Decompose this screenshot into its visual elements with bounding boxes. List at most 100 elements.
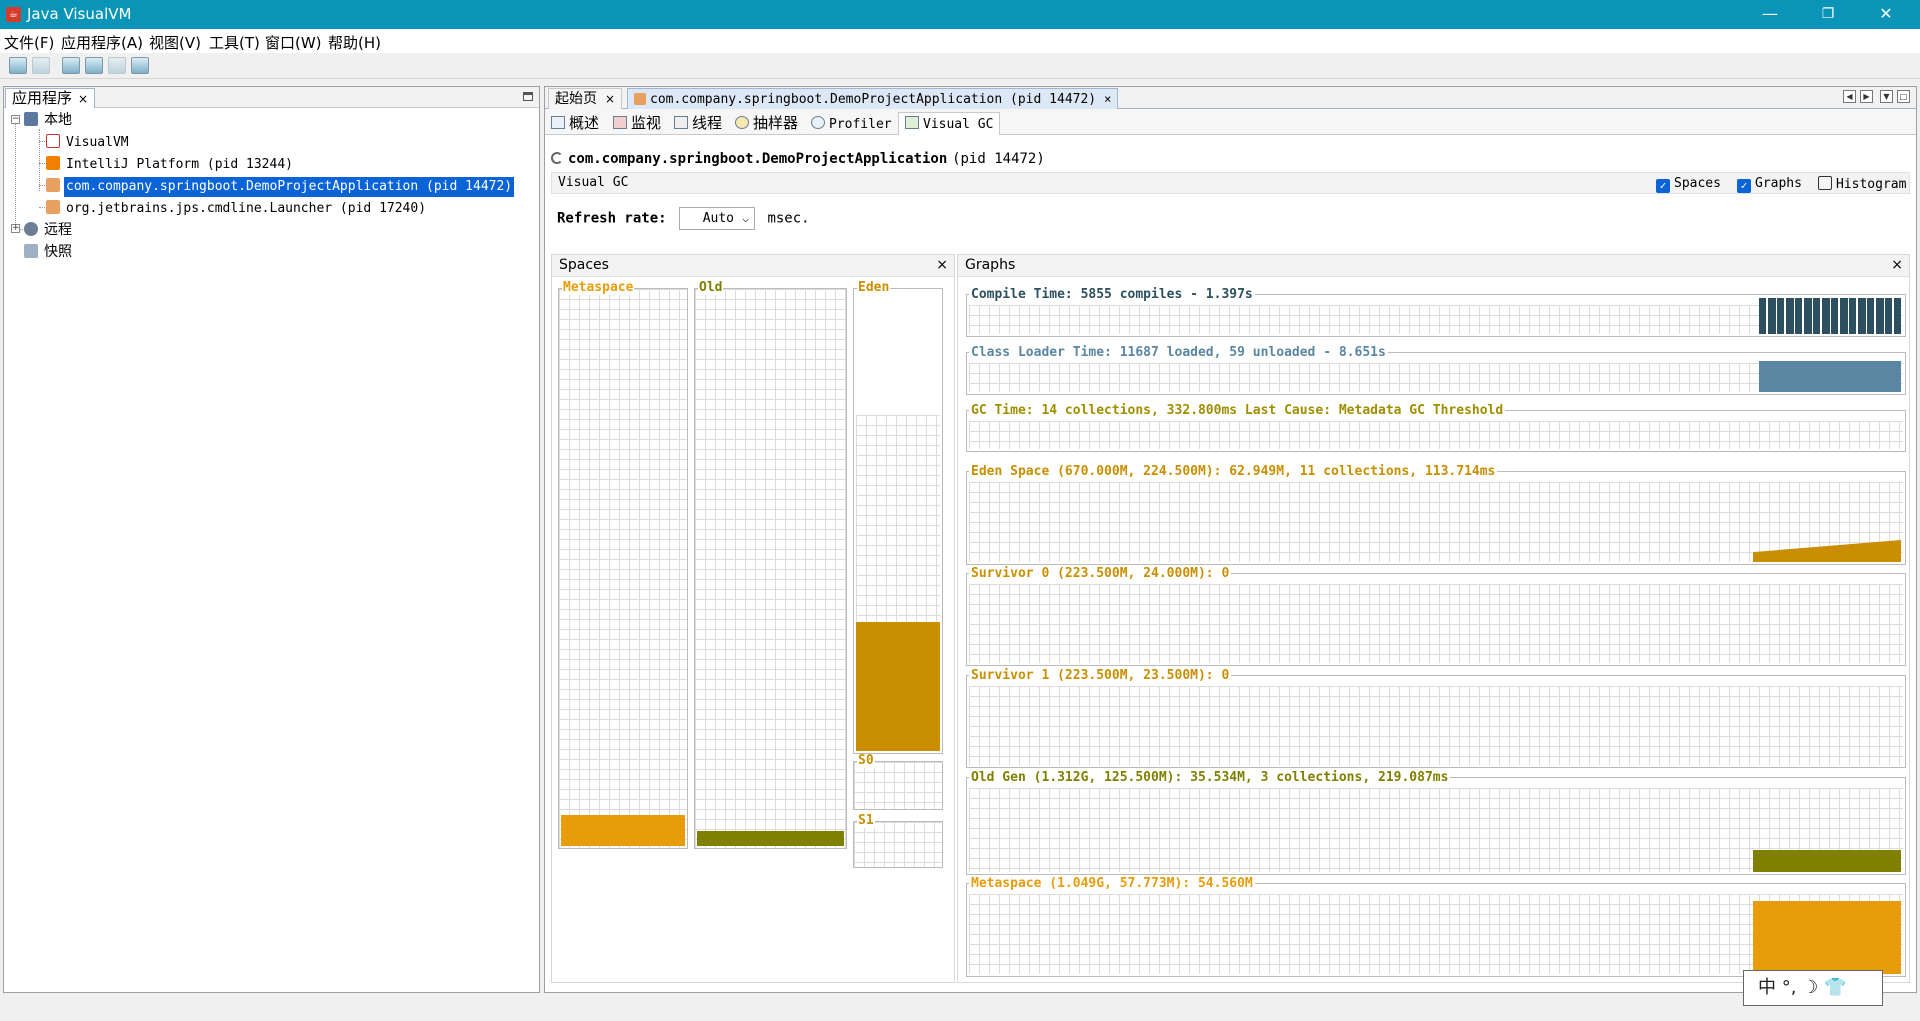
visualvm-icon bbox=[46, 134, 60, 148]
spaces-pane-close-icon[interactable]: × bbox=[936, 255, 948, 276]
app-header-pid: (pid 14472) bbox=[952, 151, 1045, 167]
histogram-checkbox[interactable]: Histogram bbox=[1818, 176, 1906, 192]
s1-title: S1 bbox=[857, 813, 875, 828]
subtab-sampler[interactable]: 抽样器 bbox=[735, 113, 798, 133]
minimize-panel-icon[interactable] bbox=[523, 92, 533, 101]
metaspace-plot bbox=[969, 894, 1903, 974]
computer-icon bbox=[24, 112, 38, 126]
load-app-icon[interactable] bbox=[9, 57, 27, 74]
sampler-icon bbox=[735, 116, 749, 129]
compile-time-activity bbox=[1759, 298, 1901, 334]
tree-node-local[interactable]: 本地 bbox=[24, 109, 74, 129]
applications-tab-close-icon[interactable]: × bbox=[78, 92, 88, 106]
s1-column bbox=[853, 821, 943, 868]
add-snapshot-icon[interactable] bbox=[131, 57, 149, 74]
old-gen-plot bbox=[969, 788, 1903, 872]
applications-tab[interactable]: 应用程序 × bbox=[5, 88, 96, 108]
close-button[interactable]: ✕ bbox=[1857, 0, 1915, 29]
tree-node-intellij-label: IntelliJ Platform (pid 13244) bbox=[66, 157, 293, 172]
title-bar: ☕ Java VisualVM — ❐ ✕ bbox=[0, 0, 1920, 29]
visual-gc-label: Visual GC bbox=[558, 175, 629, 190]
app-header: com.company.springboot.DemoProjectApplic… bbox=[551, 149, 1045, 167]
tree-node-remote[interactable]: 远程 bbox=[24, 219, 74, 239]
menu-help[interactable]: 帮助(H) bbox=[328, 32, 381, 53]
gc-time-label: GC Time: 14 collections, 332.800ms Last … bbox=[969, 403, 1506, 418]
eden-fill bbox=[856, 622, 940, 751]
menu-window[interactable]: 窗口(W) bbox=[265, 32, 322, 53]
graphs-pane-close-icon[interactable]: × bbox=[1891, 255, 1903, 276]
expand-remote-icon[interactable]: + bbox=[11, 224, 20, 233]
overview-icon bbox=[551, 116, 565, 129]
tab-demo-app[interactable]: com.company.springboot.DemoProjectApplic… bbox=[627, 88, 1119, 109]
snapshots-icon bbox=[24, 244, 38, 258]
survivor1-label: Survivor 1 (223.500M, 23.500M): 0 bbox=[969, 668, 1232, 683]
metaspace-fill bbox=[561, 815, 685, 846]
add-host-icon[interactable] bbox=[62, 57, 80, 74]
visual-gc-icon bbox=[905, 116, 919, 129]
menu-view[interactable]: 视图(V) bbox=[149, 32, 201, 53]
subtab-monitor[interactable]: 监视 bbox=[613, 113, 661, 133]
tab-start-page-label: 起始页 bbox=[555, 91, 597, 107]
java-app-icon bbox=[46, 178, 60, 192]
menu-file[interactable]: 文件(F) bbox=[4, 32, 54, 53]
compile-time-plot bbox=[969, 298, 1903, 334]
subtab-overview[interactable]: 概述 bbox=[551, 113, 599, 133]
eden-space-label: Eden Space (670.000M, 224.500M): 62.949M… bbox=[969, 464, 1498, 479]
refresh-rate-row: Refresh rate: Auto ⌵ msec. bbox=[557, 207, 810, 230]
tab-start-page-close-icon[interactable]: × bbox=[605, 92, 615, 106]
eden-space-plot bbox=[969, 482, 1903, 562]
add-jmx-icon[interactable] bbox=[85, 57, 103, 74]
ime-status-bar[interactable]: 中 °, ☽ 👕 bbox=[1743, 970, 1883, 1006]
add-coredump-icon[interactable] bbox=[108, 57, 126, 74]
spaces-checkbox[interactable]: ✓ Spaces bbox=[1656, 176, 1721, 193]
tab-list-dropdown-icon[interactable]: ▼ bbox=[1880, 90, 1893, 103]
minimize-button[interactable]: — bbox=[1741, 0, 1799, 29]
tree-node-intellij[interactable]: IntelliJ Platform (pid 13244) bbox=[46, 153, 295, 173]
old-column bbox=[694, 288, 847, 849]
subtab-profiler[interactable]: Profiler bbox=[811, 113, 892, 133]
tab-demo-app-close-icon[interactable]: × bbox=[1104, 92, 1111, 106]
editor-tab-row: 起始页 × com.company.springboot.DemoProjectA… bbox=[545, 87, 1916, 109]
spaces-pane-header: Spaces × bbox=[552, 255, 954, 277]
old-gen-label: Old Gen (1.312G, 125.500M): 35.534M, 3 c… bbox=[969, 770, 1451, 785]
profiler-icon bbox=[811, 116, 825, 129]
applications-tab-row: 应用程序 × bbox=[4, 87, 539, 108]
applications-tab-label: 应用程序 bbox=[12, 89, 73, 107]
survivor0-label: Survivor 0 (223.500M, 24.000M): 0 bbox=[969, 566, 1232, 581]
graphs-pane: Graphs × Compile Time: 5855 compiles - 1.… bbox=[957, 254, 1910, 983]
save-snapshot-icon[interactable] bbox=[32, 57, 50, 74]
survivor1-plot bbox=[969, 686, 1903, 765]
collapse-local-icon[interactable]: − bbox=[11, 115, 20, 124]
maximize-button[interactable]: ❐ bbox=[1799, 0, 1857, 29]
menu-applications[interactable]: 应用程序(A) bbox=[61, 32, 143, 53]
menu-tools[interactable]: 工具(T) bbox=[209, 32, 260, 53]
gc-time-plot bbox=[969, 421, 1903, 449]
tree-node-snapshots[interactable]: 快照 bbox=[24, 241, 74, 261]
refresh-rate-select[interactable]: Auto ⌵ bbox=[679, 207, 756, 230]
subtab-threads[interactable]: 线程 bbox=[674, 113, 722, 133]
tree-node-demo-app[interactable]: com.company.springboot.DemoProjectApplic… bbox=[46, 175, 515, 197]
spaces-pane: Spaces × Metaspace Old Eden S0 S1 bbox=[551, 254, 955, 983]
tree-node-visualvm[interactable]: VisualVM bbox=[46, 131, 131, 151]
metaspace-graph-label: Metaspace (1.049G, 57.773M): 54.560M bbox=[969, 876, 1255, 891]
monitor-icon bbox=[613, 116, 627, 129]
java-app-icon bbox=[634, 93, 646, 105]
maximize-editor-icon[interactable]: □ bbox=[1897, 90, 1910, 103]
compile-time-label: Compile Time: 5855 compiles - 1.397s bbox=[969, 287, 1255, 302]
ime-status-label: 中 °, ☽ 👕 bbox=[1758, 977, 1847, 998]
subtab-visual-gc[interactable]: Visual GC bbox=[898, 112, 1001, 135]
tree-node-jps-launcher-label: org.jetbrains.jps.cmdline.Launcher (pid … bbox=[66, 201, 427, 216]
eden-space-usage bbox=[1753, 540, 1901, 562]
tab-start-page[interactable]: 起始页 × bbox=[548, 88, 623, 109]
tree-node-jps-launcher[interactable]: org.jetbrains.jps.cmdline.Launcher (pid … bbox=[46, 197, 428, 217]
old-title: Old bbox=[698, 280, 724, 295]
remote-icon bbox=[24, 222, 38, 236]
class-loader-activity bbox=[1759, 361, 1901, 392]
refresh-rate-unit: msec. bbox=[767, 210, 810, 227]
scroll-tabs-left-icon[interactable]: ◀ bbox=[1843, 90, 1856, 103]
loading-spinner-icon bbox=[551, 152, 563, 164]
graphs-checkbox[interactable]: ✓ Graphs bbox=[1737, 176, 1802, 193]
eden-title: Eden bbox=[857, 280, 891, 295]
java-app-icon bbox=[46, 200, 60, 214]
scroll-tabs-right-icon[interactable]: ▶ bbox=[1860, 90, 1873, 103]
